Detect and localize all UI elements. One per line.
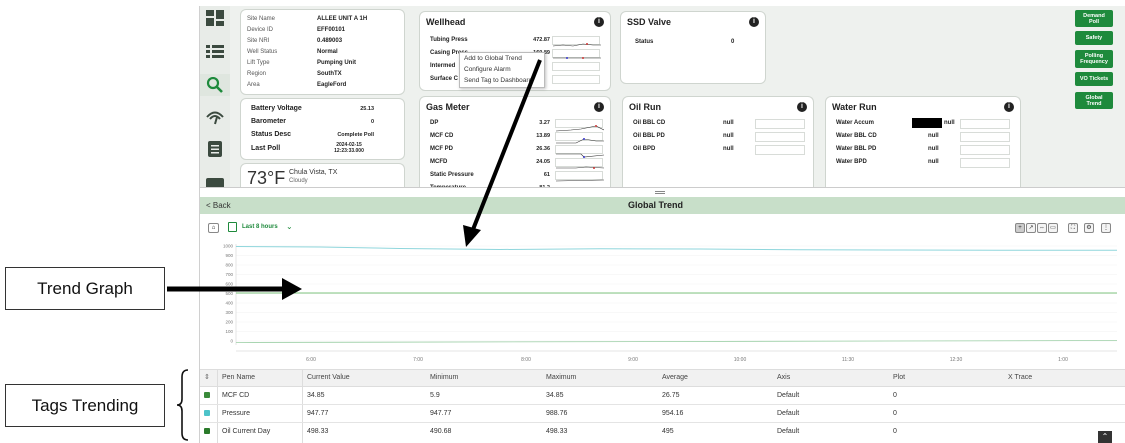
row-max: 498.33 xyxy=(546,428,568,435)
row-min: 490.68 xyxy=(430,428,452,435)
row-current: 34.85 xyxy=(307,392,325,399)
row-max: 34.85 xyxy=(546,392,564,399)
row-current: 947.77 xyxy=(307,410,329,417)
header-minimum[interactable]: Minimum xyxy=(430,374,458,381)
row-pen: Oil Current Day xyxy=(222,428,271,435)
arrow-from-context-menu xyxy=(470,59,542,233)
arrow-head-context-menu xyxy=(463,225,481,247)
header-average[interactable]: Average xyxy=(662,374,688,381)
row-min: 5.9 xyxy=(430,392,440,399)
row-axis[interactable]: Default xyxy=(777,410,799,417)
row-avg: 26.75 xyxy=(662,392,680,399)
row-plot[interactable]: 0 xyxy=(893,392,897,399)
header-axis[interactable]: Axis xyxy=(777,374,790,381)
row-min: 947.77 xyxy=(430,410,452,417)
row-avg: 954.16 xyxy=(662,410,684,417)
header-maximum[interactable]: Maximum xyxy=(546,374,576,381)
row-avg: 495 xyxy=(662,428,674,435)
header-pen-name[interactable]: Pen Name xyxy=(222,374,255,381)
header-x-trace[interactable]: X Trace xyxy=(1008,374,1032,381)
row-checkbox[interactable] xyxy=(204,410,210,416)
header-current-value[interactable]: Current Value xyxy=(307,374,350,381)
row-axis[interactable]: Default xyxy=(777,392,799,399)
row-plot[interactable]: 0 xyxy=(893,428,897,435)
row-axis[interactable]: Default xyxy=(777,428,799,435)
arrow-head-trend-graph xyxy=(282,278,302,300)
row-plot[interactable]: 0 xyxy=(893,410,897,417)
row-pen: MCF CD xyxy=(222,392,250,399)
row-checkbox[interactable] xyxy=(204,392,210,398)
row-current: 498.33 xyxy=(307,428,329,435)
row-checkbox[interactable] xyxy=(204,428,210,434)
header-plot[interactable]: Plot xyxy=(893,374,905,381)
scroll-up-icon[interactable]: ⌃ xyxy=(1098,431,1112,443)
row-pen: Pressure xyxy=(222,410,251,417)
row-max: 988.76 xyxy=(546,410,568,417)
sort-icon[interactable]: ⇕ xyxy=(204,373,210,381)
